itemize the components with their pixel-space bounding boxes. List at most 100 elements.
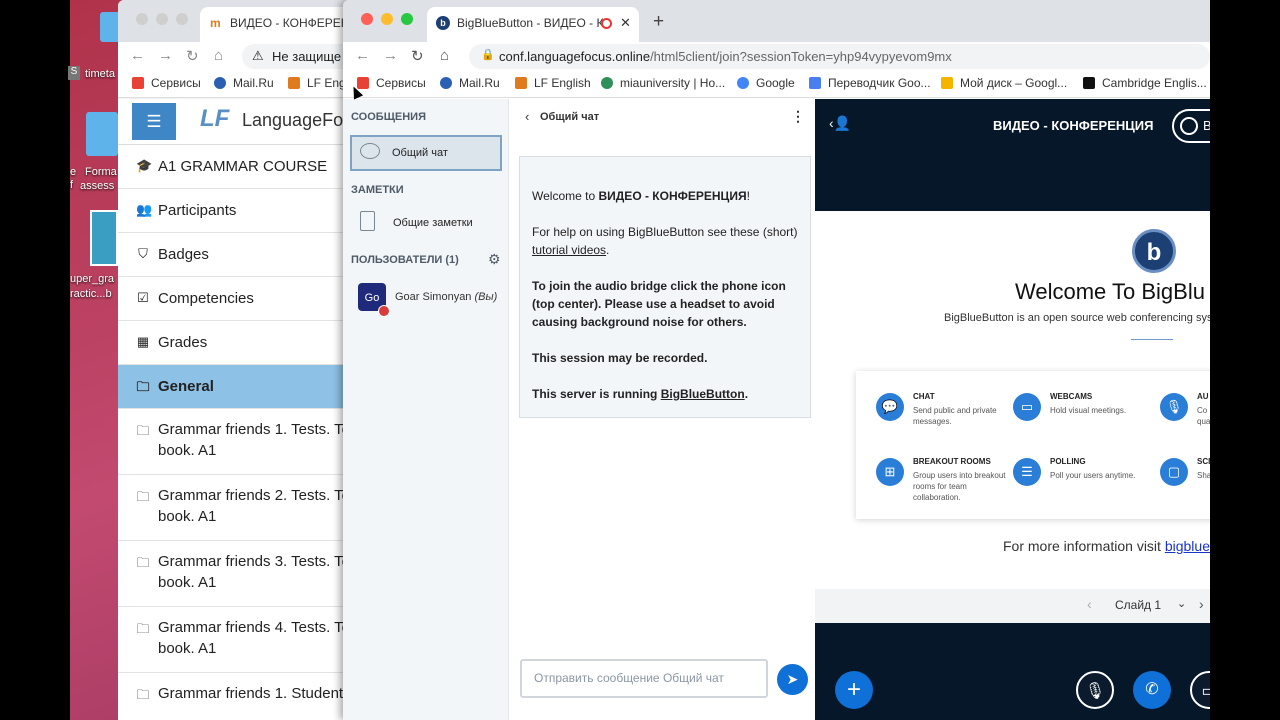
zoom-dot[interactable] bbox=[176, 13, 188, 25]
record-button[interactable]: В bbox=[1172, 109, 1210, 143]
zoom-dot[interactable] bbox=[401, 13, 413, 25]
site-logo[interactable]: LF bbox=[200, 105, 229, 133]
bbb-logo-icon: b bbox=[1132, 229, 1176, 273]
welcome-line: Welcome to bbox=[532, 189, 599, 203]
bbb-favicon-icon: b bbox=[436, 16, 450, 30]
close-dot[interactable] bbox=[361, 13, 373, 25]
home-icon[interactable]: ⌂ bbox=[440, 47, 449, 64]
home-icon[interactable]: ⌂ bbox=[214, 47, 223, 64]
desktop-app-icon: S bbox=[68, 66, 80, 80]
bookmark-miauniversity[interactable]: miauniversity | Ho... bbox=[601, 76, 725, 90]
miauniversity-icon bbox=[601, 77, 613, 89]
bookmark-mailru[interactable]: Mail.Ru bbox=[214, 76, 274, 90]
bookmark-google-drive[interactable]: Мой диск – Googl... bbox=[941, 76, 1067, 90]
you-label: (Вы) bbox=[474, 291, 498, 303]
new-tab-button[interactable]: + bbox=[653, 11, 664, 33]
more-info-link[interactable]: bigblue bbox=[1165, 538, 1210, 554]
mute-button[interactable]: 🎙 bbox=[1076, 671, 1114, 709]
microphone-icon: 🎙 bbox=[1160, 393, 1188, 421]
tab-title: ВИДЕО - КОНФЕРЕН bbox=[230, 16, 350, 30]
prev-slide-icon[interactable]: ‹ bbox=[1087, 596, 1092, 612]
bookmark-mailru[interactable]: Mail.Ru bbox=[440, 76, 500, 90]
url-host: conf.languagefocus.online bbox=[499, 49, 651, 64]
cambridge-icon bbox=[1083, 77, 1095, 89]
more-info-text: For more information visit bigblue bbox=[1003, 538, 1210, 554]
desktop-file-thumbnail[interactable] bbox=[90, 210, 118, 266]
bookmark-translate[interactable]: Переводчик Goo... bbox=[809, 76, 931, 90]
user-list-toggle-icon[interactable]: ‹👤 bbox=[829, 115, 851, 132]
bookmark-google[interactable]: Google bbox=[737, 76, 795, 90]
address-bar: ← → ↻ ⌂ 🔒 conf.languagefocus.online/html… bbox=[343, 42, 1210, 70]
more-info-label: For more information visit bbox=[1003, 538, 1165, 554]
share-screen-button[interactable]: ▭ bbox=[1190, 671, 1210, 709]
hide-chat-chevron-icon[interactable]: ‹ bbox=[525, 109, 529, 124]
next-slide-icon[interactable]: › bbox=[1199, 596, 1204, 612]
apps-icon bbox=[132, 77, 144, 89]
send-button[interactable]: ➤ bbox=[777, 664, 808, 695]
chat-panel: ‹ Общий чат ⋮ Welcome to ВИДЕО - КОНФЕРЕ… bbox=[509, 99, 815, 720]
url-field[interactable]: 🔒 conf.languagefocus.online/html5client/… bbox=[469, 44, 1210, 69]
recording-indicator-icon bbox=[601, 18, 612, 29]
lf-icon bbox=[515, 77, 527, 89]
bookmark-lf-english[interactable]: LF English bbox=[515, 76, 591, 90]
chat-options-icon[interactable]: ⋮ bbox=[791, 108, 805, 125]
desktop-icon-super[interactable]: uper_gra bbox=[70, 273, 114, 285]
messages-heading: СООБЩЕНИЯ bbox=[351, 111, 426, 123]
feature-desc: Co qua bbox=[1197, 406, 1210, 426]
bookmark-lf-english[interactable]: LF Eng bbox=[288, 76, 346, 90]
leave-audio-button[interactable]: ✆ bbox=[1133, 671, 1171, 709]
message-input[interactable]: Отправить сообщение Общий чат bbox=[520, 659, 768, 698]
slide-selector[interactable]: Слайд 1 bbox=[1115, 598, 1161, 612]
google-icon bbox=[737, 77, 749, 89]
desktop-icon-practic[interactable]: ractic...b bbox=[70, 288, 112, 300]
feature-title: CHAT bbox=[913, 392, 935, 401]
screen-border bbox=[1210, 0, 1280, 720]
back-icon[interactable]: ← bbox=[355, 47, 370, 64]
desktop-folder-icon[interactable] bbox=[86, 112, 118, 156]
back-icon[interactable]: ← bbox=[130, 47, 145, 64]
message-placeholder: Отправить сообщение Общий чат bbox=[534, 671, 724, 685]
forward-icon[interactable]: → bbox=[158, 47, 173, 64]
hamburger-icon: ☰ bbox=[146, 112, 162, 131]
minimize-dot[interactable] bbox=[381, 13, 393, 25]
public-chat-item[interactable]: Общий чат bbox=[350, 135, 502, 171]
user-list-item[interactable]: Go Goar Simonyan (Вы) bbox=[350, 280, 502, 317]
bbb-sidebar: СООБЩЕНИЯ Общий чат ЗАМЕТКИ Общие заметк… bbox=[343, 99, 509, 720]
actions-button[interactable]: + bbox=[835, 671, 873, 709]
close-dot[interactable] bbox=[136, 13, 148, 25]
chevron-down-icon[interactable]: ⌄ bbox=[1177, 597, 1186, 610]
feature-desc: Send public and private messages. bbox=[913, 406, 997, 426]
punctuation: . bbox=[606, 243, 610, 257]
help-line: For help on using BigBlueButton see thes… bbox=[532, 225, 798, 239]
bookmark-cambridge[interactable]: Cambridge Englis... bbox=[1083, 76, 1207, 90]
shared-notes-item[interactable]: Общие заметки bbox=[350, 206, 502, 242]
notes-heading: ЗАМЕТКИ bbox=[351, 184, 404, 196]
tutorial-videos-link[interactable]: tutorial videos bbox=[532, 243, 606, 257]
chat-title[interactable]: Общий чат bbox=[540, 111, 599, 123]
translate-icon bbox=[809, 77, 821, 89]
bookmark-services[interactable]: Сервисы bbox=[357, 76, 426, 90]
forward-icon[interactable]: → bbox=[383, 47, 398, 64]
recording-notice: This session may be recorded. bbox=[532, 351, 708, 365]
feature-desc: Group users into breakout rooms for team… bbox=[913, 471, 1006, 502]
menu-toggle-button[interactable]: ☰ bbox=[132, 103, 176, 140]
gear-icon[interactable]: ⚙ bbox=[488, 251, 501, 268]
breakout-icon: ⊞ bbox=[876, 458, 904, 486]
desktop-icon-forma[interactable]: Forma bbox=[85, 166, 117, 178]
desktop-icon-timetable[interactable]: timeta bbox=[85, 68, 115, 80]
site-name[interactable]: LanguageFoc bbox=[242, 110, 352, 131]
tab-bigbluebutton[interactable]: b BigBlueButton - ВИДЕО - К ✕ bbox=[427, 7, 639, 42]
close-tab-icon[interactable]: ✕ bbox=[620, 15, 631, 31]
record-icon bbox=[1180, 117, 1198, 135]
mailru-icon bbox=[440, 77, 452, 89]
reload-icon[interactable]: ↻ bbox=[411, 47, 424, 65]
folder-icon: 🗀 bbox=[136, 379, 150, 394]
punctuation: ! bbox=[746, 189, 750, 203]
desktop-icon-assess[interactable]: assess bbox=[80, 180, 114, 192]
plus-icon: + bbox=[846, 676, 861, 703]
minimize-dot[interactable] bbox=[156, 13, 168, 25]
send-icon: ➤ bbox=[786, 671, 799, 687]
reload-icon[interactable]: ↻ bbox=[186, 47, 199, 65]
bigbluebutton-link[interactable]: BigBlueButton bbox=[661, 387, 745, 401]
bookmark-services[interactable]: Сервисы bbox=[132, 76, 201, 90]
